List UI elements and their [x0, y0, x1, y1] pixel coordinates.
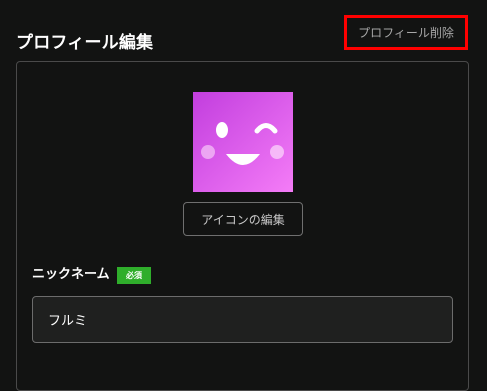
nickname-value: フルミ [48, 314, 88, 329]
avatar-background [193, 92, 293, 192]
delete-profile-link[interactable]: プロフィール削除 [358, 24, 454, 41]
left-eye [216, 122, 228, 138]
nickname-label: ニックネーム [32, 267, 110, 282]
left-cheek [201, 145, 215, 159]
delete-profile-highlight: プロフィール削除 [344, 15, 468, 50]
avatar [193, 92, 293, 192]
right-cheek [270, 145, 284, 159]
edit-icon-button[interactable]: アイコンの編集 [183, 202, 303, 236]
required-badge: 必須 [117, 267, 151, 284]
nickname-input[interactable]: フルミ [32, 296, 453, 343]
page-title: プロフィール編集 [16, 33, 154, 53]
